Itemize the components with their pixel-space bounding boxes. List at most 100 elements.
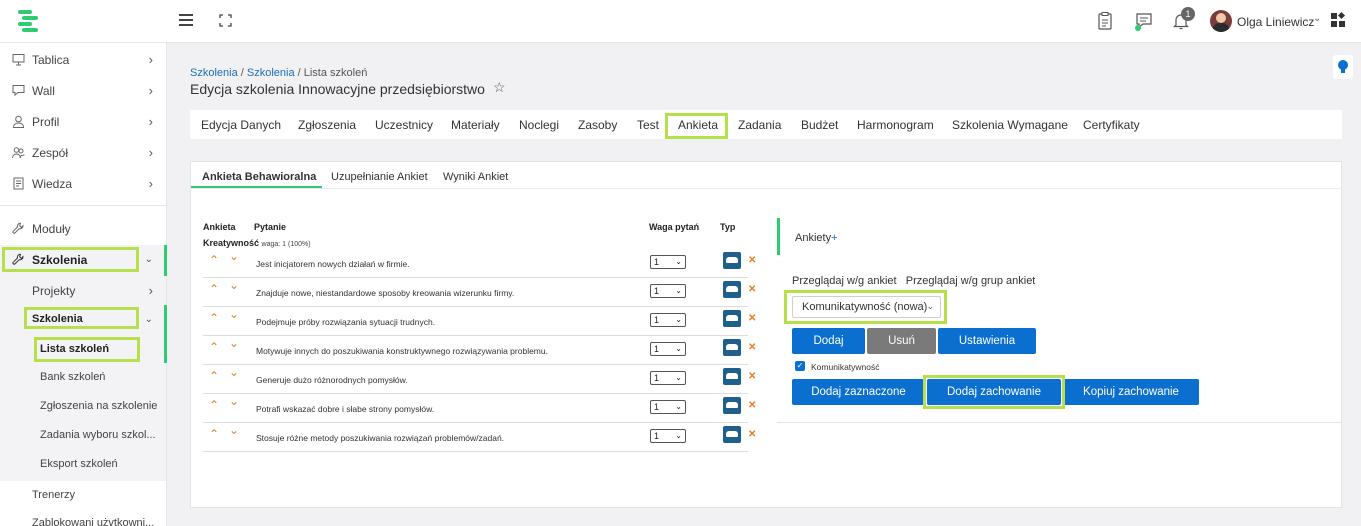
tab-test[interactable]: Test — [637, 118, 659, 132]
breadcrumb-link-szkolenia[interactable]: Szkolenia — [190, 67, 238, 79]
arrow-down-icon[interactable]: ⌄ — [229, 365, 239, 379]
arrow-down-icon[interactable]: ⌄ — [229, 249, 239, 263]
weight-select[interactable]: 1 ⌄ — [650, 342, 686, 356]
sidebar-item-label: Zablokowani użytkowni... — [32, 517, 155, 526]
menu-icon[interactable] — [179, 14, 193, 26]
weight-select[interactable]: 1 ⌄ — [650, 429, 686, 443]
user-name[interactable]: Olga Liniewicz — [1237, 15, 1314, 29]
breadcrumb-link-szkolenia-2[interactable]: Szkolenia — [247, 67, 295, 79]
question-text: Stosuje różne metody poszukiwania rozwią… — [256, 433, 505, 443]
tab-noclegi[interactable]: Noclegi — [519, 118, 559, 132]
tab-edycja-danych[interactable]: Edycja Danych — [201, 118, 281, 132]
sidebar-item-bank[interactable]: Bank szkoleń — [0, 363, 166, 393]
tab-szkolenia-wymagane[interactable]: Szkolenia Wymagane — [952, 118, 1068, 132]
tab-zasoby[interactable]: Zasoby — [578, 118, 617, 132]
arrow-up-icon[interactable]: ⌃ — [209, 253, 219, 267]
arrow-down-icon[interactable]: ⌄ — [229, 336, 239, 350]
weight-select[interactable]: 1 ⌄ — [650, 371, 686, 385]
weight-select[interactable]: 1 ⌄ — [650, 313, 686, 327]
arrow-down-icon[interactable]: ⌄ — [229, 423, 239, 437]
arrow-up-icon[interactable]: ⌃ — [209, 398, 219, 412]
sidebar-item-wiedza[interactable]: Wiedza › — [0, 169, 166, 199]
star-icon[interactable]: ☆ — [493, 79, 506, 96]
question-type-icon[interactable] — [723, 281, 741, 298]
delete-icon[interactable]: ✕ — [748, 371, 756, 382]
team-icon — [12, 147, 25, 159]
subtab-wyniki-ankiet[interactable]: Wyniki Ankiet — [443, 171, 508, 183]
tab-certyfikaty[interactable]: Certyfikaty — [1083, 118, 1140, 132]
chat-icon — [12, 85, 25, 97]
delete-icon[interactable]: ✕ — [748, 342, 756, 353]
delete-icon[interactable]: ✕ — [748, 255, 756, 266]
weight-select[interactable]: 1 ⌄ — [650, 255, 686, 269]
sidebar-item-tablica[interactable]: Tablica › — [0, 45, 166, 75]
subtab-uzupelnianie-ankiet[interactable]: Uzupełnianie Ankiet — [331, 171, 428, 183]
question-type-icon[interactable] — [723, 397, 741, 414]
survey-checkbox[interactable]: ✓ — [795, 361, 805, 371]
remove-button[interactable]: Usuń — [867, 328, 936, 354]
question-type-icon[interactable] — [723, 368, 741, 385]
weight-value: 1 — [654, 315, 660, 325]
sidebar-item-zespol[interactable]: Zespół › — [0, 138, 166, 168]
highlight-box — [34, 337, 140, 362]
arrow-down-icon[interactable]: ⌄ — [229, 307, 239, 321]
sidebar-item-moduly[interactable]: Moduły — [0, 214, 166, 244]
chevron-down-icon[interactable]: ⌄ — [1313, 13, 1321, 24]
arrow-up-icon[interactable]: ⌃ — [209, 282, 219, 296]
sidebar-item-zadania-wyboru[interactable]: Zadania wyboru szkol... — [0, 421, 166, 451]
browse-by-group-link[interactable]: Przeglądaj w/g grup ankiet — [906, 275, 1036, 287]
avatar[interactable] — [1210, 10, 1232, 32]
tab-budzet[interactable]: Budżet — [801, 118, 838, 132]
sidebar-item-eksport[interactable]: Eksport szkoleń — [0, 450, 166, 480]
delete-icon[interactable]: ✕ — [748, 313, 756, 324]
tab-zgloszenia[interactable]: Zgłoszenia — [298, 118, 356, 132]
sidebar-item-projekty[interactable]: Projekty › — [0, 276, 166, 306]
clipboard-icon[interactable] — [1095, 11, 1115, 31]
chat-icon[interactable] — [1134, 11, 1154, 31]
add-button[interactable]: Dodaj — [792, 328, 865, 354]
delete-icon[interactable]: ✕ — [748, 400, 756, 411]
browse-by-survey-link[interactable]: Przeglądaj w/g ankiet — [792, 275, 897, 287]
add-selected-button[interactable]: Dodaj zaznaczone — [792, 379, 925, 405]
delete-icon[interactable]: ✕ — [748, 429, 756, 440]
fullscreen-icon[interactable] — [219, 14, 232, 27]
delete-icon[interactable]: ✕ — [748, 284, 756, 295]
question-type-icon[interactable] — [723, 252, 741, 269]
column-header-waga: Waga pytań — [649, 222, 700, 232]
sidebar-item-wall[interactable]: Wall › — [0, 76, 166, 106]
breadcrumb: Szkolenia / Szkolenia / Lista szkoleń — [190, 67, 367, 79]
question-type-icon[interactable] — [723, 310, 741, 327]
weight-value: 1 — [654, 402, 660, 412]
lightbulb-icon[interactable] — [1333, 55, 1353, 79]
category-weight: waga: 1 (100%) — [261, 241, 311, 248]
breadcrumb-current: Lista szkoleń — [303, 67, 368, 79]
weight-select[interactable]: 1 ⌄ — [650, 400, 686, 414]
tab-harmonogram[interactable]: Harmonogram — [857, 118, 934, 132]
subtabs-divider — [191, 188, 1341, 189]
copy-behavior-button[interactable]: Kopiuj zachowanie — [1063, 379, 1199, 405]
sidebar-item-profil[interactable]: Profil › — [0, 107, 166, 137]
question-type-icon[interactable] — [723, 426, 741, 443]
add-survey-icon[interactable]: + — [831, 232, 837, 244]
sidebar-item-zablokowani[interactable]: Zablokowani użytkowni... — [0, 509, 166, 526]
chevron-right-icon: › — [148, 52, 153, 67]
sidebar: Tablica › Wall › Profil › Zespół › Wiedz… — [0, 43, 167, 526]
question-text: Motywuje innych do poszukiwania konstruk… — [256, 346, 548, 356]
weight-select[interactable]: 1 ⌄ — [650, 284, 686, 298]
arrow-up-icon[interactable]: ⌃ — [209, 369, 219, 383]
tab-materialy[interactable]: Materiały — [451, 118, 500, 132]
sidebar-item-zgloszenia[interactable]: Zgłoszenia na szkolenie — [0, 392, 166, 422]
apps-grid-icon[interactable] — [1331, 11, 1346, 27]
sidebar-item-trenerzy[interactable]: Trenerzy — [0, 481, 166, 511]
question-type-icon[interactable] — [723, 339, 741, 356]
settings-button[interactable]: Ustawienia — [938, 328, 1036, 354]
tab-zadania[interactable]: Zadania — [738, 118, 781, 132]
arrow-up-icon[interactable]: ⌃ — [209, 427, 219, 441]
app-logo[interactable] — [16, 8, 40, 34]
arrow-up-icon[interactable]: ⌃ — [209, 340, 219, 354]
arrow-down-icon[interactable]: ⌄ — [229, 394, 239, 408]
tab-uczestnicy[interactable]: Uczestnicy — [375, 118, 433, 132]
arrow-down-icon[interactable]: ⌄ — [229, 278, 239, 292]
subtab-ankieta-behawioralna[interactable]: Ankieta Behawioralna — [202, 171, 316, 183]
arrow-up-icon[interactable]: ⌃ — [209, 311, 219, 325]
